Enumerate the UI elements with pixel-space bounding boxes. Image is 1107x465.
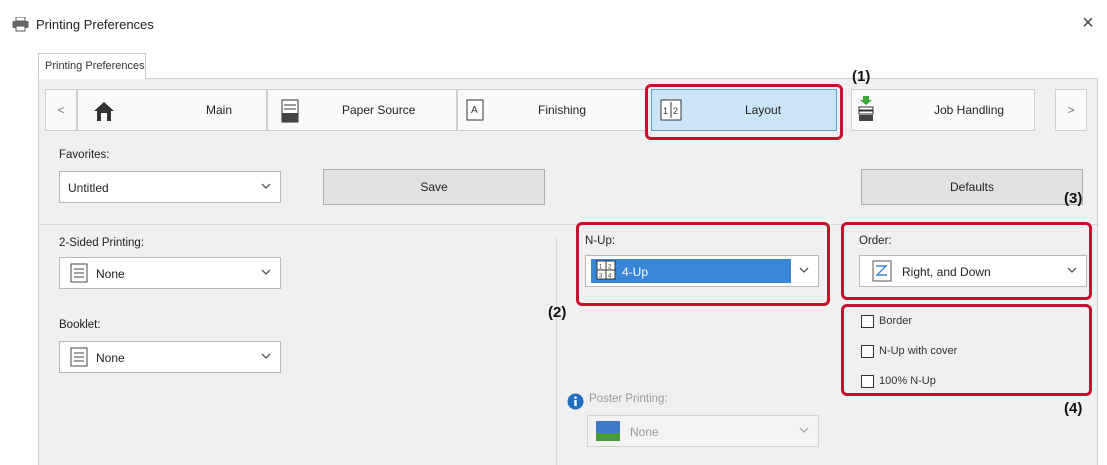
column-divider — [556, 237, 557, 465]
booklet-select[interactable]: None — [59, 341, 281, 373]
poster-printing-label: Poster Printing: — [589, 393, 668, 405]
order-select[interactable]: Right, and Down — [859, 255, 1087, 287]
callout-label-4: (4) — [1064, 400, 1083, 417]
chevron-down-icon — [261, 353, 271, 359]
svg-text:2: 2 — [673, 106, 678, 116]
favorites-label: Favorites: — [59, 149, 110, 161]
nup-with-cover-checkbox[interactable] — [861, 345, 874, 358]
order-value: Right, and Down — [902, 265, 991, 279]
close-button[interactable]: × — [1075, 10, 1101, 36]
favorites-select[interactable]: Untitled — [59, 171, 281, 203]
nav-item-label: Main — [206, 103, 233, 117]
chevron-down-icon — [799, 267, 809, 273]
document-icon — [70, 347, 88, 367]
job-handling-icon — [858, 96, 874, 121]
nav-item-layout[interactable]: 1 2 Layout — [651, 89, 837, 131]
section-divider — [39, 224, 1099, 225]
poster-image-icon — [596, 421, 620, 441]
full-size-nup-checkbox[interactable] — [861, 375, 874, 388]
save-button[interactable]: Save — [323, 169, 545, 205]
paper-tray-icon — [281, 99, 299, 123]
poster-printing-select[interactable]: None — [587, 415, 819, 447]
nup-value: 4-Up — [622, 265, 649, 279]
nav-item-label: Layout — [745, 103, 782, 117]
info-icon — [567, 393, 584, 410]
nav-next-button[interactable]: > — [1055, 89, 1087, 131]
nav-item-label: Job Handling — [934, 103, 1005, 117]
svg-text:A: A — [471, 105, 478, 116]
booklet-value: None — [96, 351, 125, 365]
two-sided-value: None — [96, 267, 125, 281]
window-title: Printing Preferences — [36, 17, 154, 32]
callout-label-2: (2) — [548, 304, 567, 321]
favorites-value: Untitled — [68, 181, 109, 195]
callout-label-1: (1) — [852, 68, 871, 85]
nav-prev-button[interactable]: < — [45, 89, 77, 131]
nav-item-finishing[interactable]: A Finishing — [457, 89, 647, 131]
printer-icon — [12, 17, 29, 32]
chevron-down-icon — [1067, 267, 1077, 273]
nav-item-job-handling[interactable]: Job Handling — [851, 89, 1035, 131]
finishing-icon: A — [466, 99, 484, 121]
checkbox-label: N-Up with cover — [879, 345, 958, 357]
poster-printing-value: None — [630, 425, 659, 439]
layout-icon: 1 2 — [660, 99, 682, 121]
checkbox-label: Border — [879, 315, 913, 327]
two-sided-label: 2-Sided Printing: — [59, 237, 145, 249]
two-sided-select[interactable]: None — [59, 257, 281, 289]
chevron-down-icon — [261, 269, 271, 275]
four-up-icon: 1 2 3 4 — [596, 260, 616, 280]
nup-select[interactable]: 1 2 3 4 4-Up — [585, 255, 819, 287]
nup-label: N-Up: — [585, 235, 616, 247]
order-label: Order: — [859, 235, 892, 247]
booklet-label: Booklet: — [59, 319, 101, 331]
svg-text:1: 1 — [663, 106, 668, 116]
nav-item-label: Paper Source — [342, 103, 416, 117]
tab-printing-preferences[interactable]: Printing Preferences — [38, 53, 146, 79]
nav-item-paper-source[interactable]: Paper Source — [267, 89, 457, 131]
chevron-down-icon — [261, 183, 271, 189]
home-icon — [94, 102, 114, 121]
title-bar: Printing Preferences × — [0, 0, 1107, 52]
nav-item-main[interactable]: Main — [77, 89, 267, 131]
layout-panel: < Main Paper Source A Finishing 1 2 Layo… — [38, 78, 1099, 465]
border-checkbox[interactable] — [861, 315, 874, 328]
defaults-button[interactable]: Defaults — [861, 169, 1083, 205]
close-icon: × — [1082, 12, 1094, 34]
selection-highlight — [591, 259, 791, 283]
callout-label-3: (3) — [1064, 190, 1083, 207]
order-direction-icon — [872, 260, 892, 282]
chevron-down-icon — [799, 427, 809, 433]
document-icon — [70, 263, 88, 283]
checkbox-label: 100% N-Up — [879, 375, 936, 387]
nav-item-label: Finishing — [538, 103, 587, 117]
